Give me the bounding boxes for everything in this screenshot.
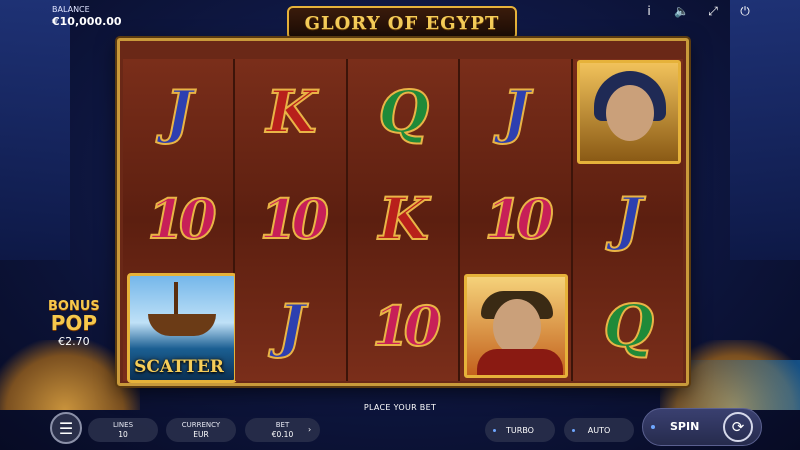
fullscreen-icon[interactable]: ⤢ <box>706 4 720 19</box>
bonus-pop-value: €2.70 <box>58 335 90 348</box>
menu-button[interactable]: ☰ <box>50 412 82 444</box>
symbol-10: 10 <box>146 186 217 252</box>
ship-mast <box>174 282 178 318</box>
symbol-j: J <box>277 291 306 361</box>
control-bar: ☰ LINES 10 CURRENCY EUR BET €0.10 › TURB… <box>40 408 762 446</box>
symbol-q: Q <box>378 77 431 147</box>
reel-5: JQ <box>572 59 685 381</box>
lines-label: LINES <box>112 421 134 429</box>
turbo-label: TURBO <box>506 426 534 435</box>
turbo-indicator-icon <box>493 429 496 432</box>
symbol-scatter: SCATTER <box>123 273 237 383</box>
reel-2: K 10 J <box>235 59 348 381</box>
spin-arrows-icon: ⟳ <box>723 412 753 442</box>
spin-label: SPIN <box>670 420 700 433</box>
hamburger-icon: ☰ <box>58 418 74 438</box>
background-pillar-right <box>730 0 800 260</box>
spin-button[interactable]: SPIN ⟳ <box>642 408 762 446</box>
auto-button[interactable]: AUTO <box>564 418 634 442</box>
symbol-j: J <box>164 77 193 147</box>
auto-label: AUTO <box>587 426 611 435</box>
top-icon-bar: i 🔈 ⤢ ⏻ <box>642 4 752 19</box>
bonus-pop: BONUS POP €2.70 <box>48 300 100 347</box>
lines-value: 10 <box>118 429 128 439</box>
symbol-cleopatra <box>573 59 685 165</box>
turbo-button[interactable]: TURBO <box>485 418 555 442</box>
bet-increase-icon[interactable]: › <box>308 425 311 434</box>
ship-hull <box>148 314 216 336</box>
balance-value: €10,000.00 <box>52 14 122 28</box>
balance-label: BALANCE <box>52 5 90 14</box>
caesar-portrait-image <box>464 274 569 378</box>
cleopatra-portrait-image <box>576 60 681 164</box>
reel-frame: J 10 SCATTER K 10 J Q K 10 J 10 J Q <box>117 38 689 386</box>
scatter-label: SCATTER <box>134 357 224 377</box>
game-logo: GLORY OF EGYPT <box>287 6 517 40</box>
symbol-j: J <box>614 184 643 254</box>
bonus-pop-title-2: POP <box>50 311 98 335</box>
currency-label: CURRENCY <box>181 421 221 429</box>
background-pillar-left <box>0 0 70 260</box>
reel-4: J 10 <box>460 59 573 381</box>
auto-indicator-icon <box>572 429 575 432</box>
symbol-k: K <box>378 184 430 254</box>
symbol-caesar <box>460 273 572 379</box>
symbol-10: 10 <box>371 293 442 359</box>
currency-control[interactable]: CURRENCY EUR <box>166 418 236 442</box>
balance-display: BALANCE €10,000.00 <box>52 5 122 28</box>
lines-control[interactable]: LINES 10 <box>88 418 158 442</box>
sound-icon[interactable]: 🔈 <box>674 4 689 19</box>
symbol-10: 10 <box>484 186 555 252</box>
currency-value: EUR <box>193 429 209 439</box>
spin-indicator-icon <box>651 425 655 429</box>
power-icon[interactable]: ⏻ <box>738 4 752 19</box>
info-icon[interactable]: i <box>642 4 656 19</box>
reel-1: J 10 SCATTER <box>123 59 237 383</box>
reels-area: J 10 SCATTER K 10 J Q K 10 J 10 J Q <box>123 59 685 383</box>
symbol-q: Q <box>602 291 655 361</box>
symbol-k: K <box>265 77 317 147</box>
reel-3: Q K 10 <box>347 59 461 381</box>
symbol-j: J <box>501 77 530 147</box>
symbol-10: 10 <box>259 186 330 252</box>
